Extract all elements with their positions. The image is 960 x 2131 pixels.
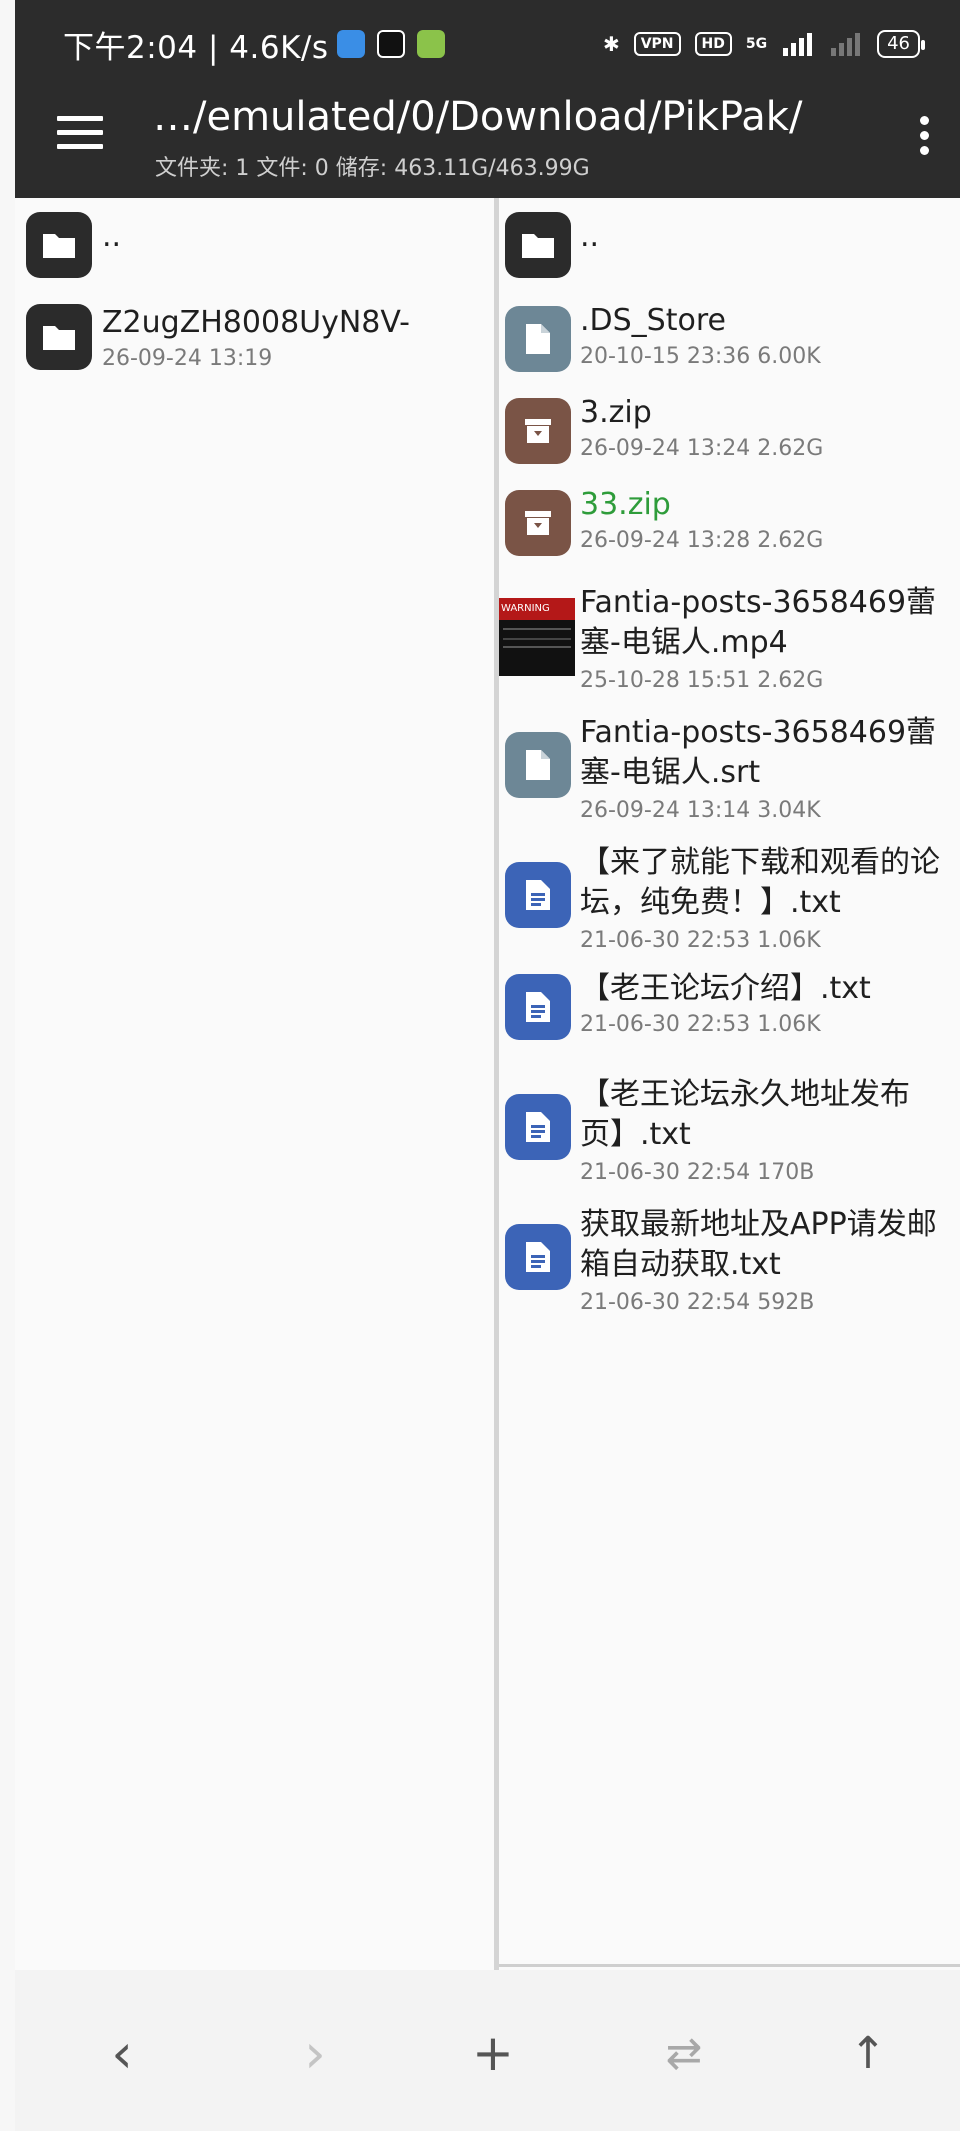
- entry-name: 【老王论坛介绍】.txt: [580, 971, 871, 1006]
- entry-name: 获取最新地址及APP请发邮: [580, 1207, 937, 1242]
- folder-icon: [26, 212, 92, 278]
- entry-name: 33.zip: [580, 487, 671, 522]
- file-entry[interactable]: 33.zip 26-09-24 13:28 2.62G: [499, 487, 960, 570]
- entry-meta: 20-10-15 23:36 6.00K: [580, 344, 821, 369]
- bottom-toolbar: ‹ › + ⇄ ↑: [15, 1970, 960, 2131]
- parent-folder-entry[interactable]: ..: [499, 212, 960, 280]
- signal-icon: [831, 33, 861, 56]
- forward-button[interactable]: ›: [290, 2022, 340, 2085]
- entry-meta: 26-09-24 13:14 3.04K: [580, 798, 821, 823]
- file-entry[interactable]: .DS_Store 20-10-15 23:36 6.00K: [499, 303, 960, 386]
- app-notification-icon: [336, 30, 365, 58]
- entry-meta: 26-09-24 13:28 2.62G: [580, 528, 824, 553]
- forward-icon: ›: [304, 2021, 326, 2085]
- pane-bottom-border: [499, 1964, 960, 1967]
- entry-meta: 21-06-30 22:53 1.06K: [580, 928, 821, 953]
- parent-folder-entry[interactable]: ..: [15, 212, 494, 280]
- entry-name-cont: 坛，纯免费！】.txt: [580, 885, 841, 920]
- file-entry[interactable]: WARNING Fantia-posts-3658469蕾 塞-电锯人.mp4 …: [499, 582, 960, 693]
- status-right-icons: ✱ VPN HD 5G 46: [602, 30, 925, 58]
- current-path: …/emulated/0/Download/PikPak/: [153, 94, 803, 140]
- file-entry[interactable]: 【老王论坛永久地址发布 页】.txt 21-06-30 22:54 170B: [499, 1074, 960, 1185]
- entry-name-cont: 塞-电锯人.srt: [580, 755, 761, 790]
- entry-meta: 21-06-30 22:54 592B: [580, 1290, 815, 1315]
- battery-icon: 46: [877, 30, 925, 58]
- back-icon: ‹: [111, 2021, 133, 2085]
- menu-icon[interactable]: [57, 116, 103, 156]
- entry-name-cont: 页】.txt: [580, 1117, 691, 1152]
- document-icon: [505, 1094, 571, 1160]
- archive-icon: [505, 398, 571, 464]
- entry-name: ..: [102, 219, 122, 254]
- document-icon: [505, 862, 571, 928]
- document-icon: [505, 974, 571, 1040]
- left-pane: .. Z2ugZH8008UyN8V- 26-09-24 13:19: [15, 198, 494, 1970]
- status-time: 下午2:04 | 4.6K/s: [63, 29, 329, 66]
- app-bar: …/emulated/0/Download/PikPak/ 文件夹: 1 文件:…: [15, 88, 960, 198]
- up-directory-button[interactable]: ↑: [843, 2027, 893, 2079]
- file-entry[interactable]: 3.zip 26-09-24 13:24 2.62G: [499, 395, 960, 478]
- thumbnail-warning-banner: WARNING: [499, 598, 575, 620]
- entry-meta: 21-06-30 22:54 170B: [580, 1160, 815, 1185]
- back-button[interactable]: ‹: [97, 2022, 147, 2085]
- archive-icon: [505, 490, 571, 556]
- status-app-icons: [336, 30, 445, 58]
- folder-icon: [26, 304, 92, 370]
- signal-icon: [783, 33, 813, 56]
- swap-icon: ⇄: [665, 2027, 703, 2079]
- entry-name: ..: [580, 219, 600, 254]
- add-button[interactable]: +: [468, 2024, 518, 2082]
- video-thumbnail: WARNING: [499, 598, 575, 676]
- app-notification-icon: [416, 30, 445, 58]
- entry-name: Z2ugZH8008UyN8V-: [102, 305, 410, 340]
- entry-name: Fantia-posts-3658469蕾: [580, 715, 937, 750]
- bluetooth-icon: ✱: [602, 32, 620, 56]
- entry-meta: 26-09-24 13:19: [102, 346, 273, 371]
- entry-meta: 26-09-24 13:24 2.62G: [580, 436, 824, 461]
- entry-meta: 21-06-30 22:53 1.06K: [580, 1012, 821, 1037]
- entry-name: .DS_Store: [580, 303, 726, 338]
- file-icon: [505, 732, 571, 798]
- file-entry[interactable]: 获取最新地址及APP请发邮 箱自动获取.txt 21-06-30 22:54 5…: [499, 1204, 960, 1315]
- entry-meta: 25-10-28 15:51 2.62G: [580, 668, 824, 693]
- storage-summary: 文件夹: 1 文件: 0 储存: 463.11G/463.99G: [155, 156, 590, 181]
- entry-name: 【来了就能下载和观看的论: [580, 845, 940, 880]
- entry-name: Fantia-posts-3658469蕾: [580, 585, 937, 620]
- folder-icon: [505, 212, 571, 278]
- app-notification-icon: [376, 30, 405, 58]
- status-bar: 下午2:04 | 4.6K/s ✱ VPN HD 5G 46: [15, 0, 960, 88]
- entry-name-cont: 塞-电锯人.mp4: [580, 625, 788, 660]
- file-entry[interactable]: 【老王论坛介绍】.txt 21-06-30 22:53 1.06K: [499, 971, 960, 1054]
- right-pane: .. .DS_Store 20-10-15 23:36 6.00K 3.zip …: [499, 198, 960, 1970]
- document-icon: [505, 1224, 571, 1290]
- swap-panes-button[interactable]: ⇄: [659, 2027, 709, 2079]
- add-icon: +: [472, 2024, 514, 2082]
- file-entry[interactable]: 【来了就能下载和观看的论 坛，纯免费！】.txt 21-06-30 22:53 …: [499, 842, 960, 953]
- hd-badge: HD: [694, 32, 732, 56]
- entry-name: 3.zip: [580, 395, 652, 430]
- file-icon: [505, 306, 571, 372]
- folder-entry[interactable]: Z2ugZH8008UyN8V- 26-09-24 13:19: [15, 304, 494, 384]
- entry-name: 【老王论坛永久地址发布: [580, 1077, 910, 1112]
- overflow-menu-icon[interactable]: [920, 116, 930, 161]
- entry-name-cont: 箱自动获取.txt: [580, 1247, 781, 1282]
- up-arrow-icon: ↑: [849, 2027, 887, 2079]
- network-type: 5G: [745, 36, 768, 52]
- vpn-badge: VPN: [633, 32, 681, 56]
- file-entry[interactable]: Fantia-posts-3658469蕾 塞-电锯人.srt 26-09-24…: [499, 712, 960, 823]
